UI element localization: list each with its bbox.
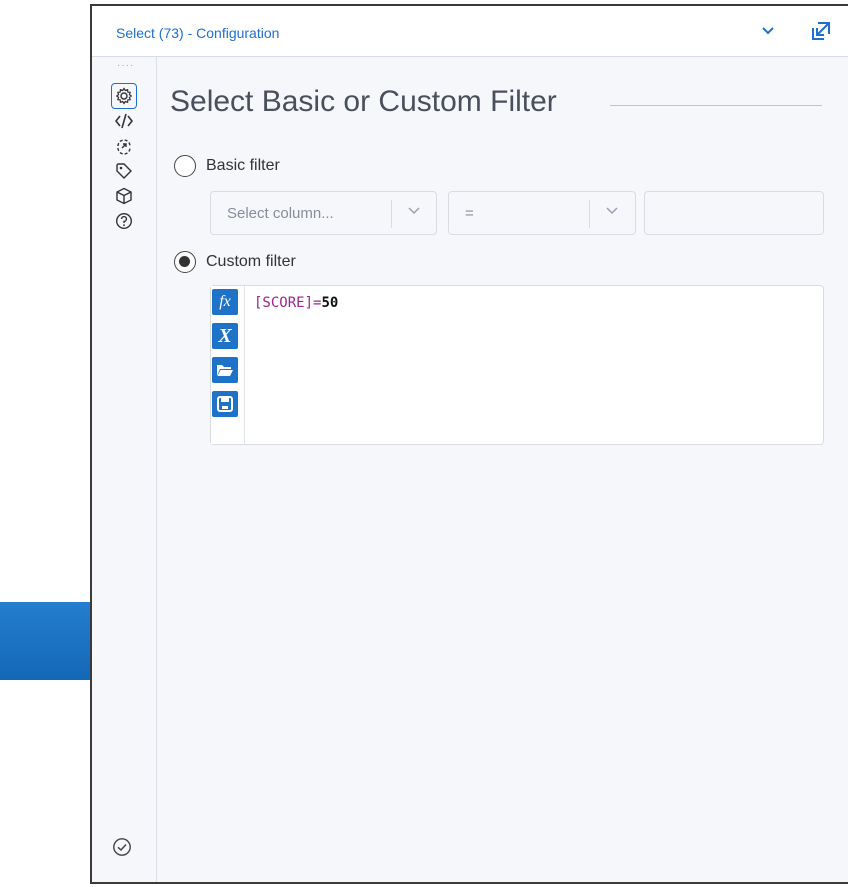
undock-icon[interactable]: [808, 18, 834, 44]
select-divider: [391, 200, 392, 228]
page-title: Select Basic or Custom Filter: [170, 85, 557, 118]
operator-select-value: =: [465, 205, 474, 222]
configuration-window: Select (73) - Configuration ···· Select …: [90, 4, 848, 884]
radio-checked-icon[interactable]: [174, 251, 196, 273]
expression-text[interactable]: [SCORE]=50: [254, 295, 338, 311]
expression-toolbar: fx X: [211, 286, 245, 444]
check-circle-icon[interactable]: [112, 837, 132, 862]
save-icon[interactable]: [212, 391, 238, 417]
output-icon[interactable]: [112, 134, 136, 158]
custom-filter-radio[interactable]: Custom filter: [174, 251, 296, 273]
variable-icon[interactable]: X: [212, 323, 238, 349]
code-icon[interactable]: [112, 109, 136, 133]
column-select[interactable]: Select column...: [210, 191, 437, 235]
chevron-down-icon[interactable]: [755, 18, 781, 44]
expression-editor[interactable]: fx X [SCORE]=50: [210, 285, 824, 445]
custom-filter-label: Custom filter: [206, 253, 296, 270]
chevron-down-icon[interactable]: [407, 204, 421, 223]
cube-icon[interactable]: [112, 184, 136, 208]
tag-icon[interactable]: [112, 159, 136, 183]
chevron-down-icon[interactable]: [605, 204, 619, 223]
basic-filter-label: Basic filter: [206, 157, 280, 174]
gear-icon[interactable]: [111, 83, 137, 109]
open-folder-icon[interactable]: [212, 357, 238, 383]
column-select-placeholder: Select column...: [227, 205, 334, 222]
filter-value-input[interactable]: [644, 191, 824, 235]
window-title: Select (73) - Configuration: [116, 25, 280, 41]
expression-value: 50: [321, 295, 339, 311]
expression-field: [SCORE]: [254, 295, 314, 311]
grip-icon[interactable]: ····: [117, 61, 134, 71]
select-divider: [589, 200, 590, 228]
sidebar: ····: [92, 57, 157, 882]
basic-filter-radio[interactable]: Basic filter: [174, 155, 280, 177]
heading-divider: [610, 105, 822, 106]
radio-unchecked-icon[interactable]: [174, 155, 196, 177]
operator-select[interactable]: =: [448, 191, 636, 235]
title-bar: Select (73) - Configuration: [92, 6, 848, 57]
help-icon[interactable]: [112, 209, 136, 233]
function-icon[interactable]: fx: [212, 289, 238, 315]
config-panel: Select Basic or Custom Filter Basic filt…: [158, 57, 848, 882]
